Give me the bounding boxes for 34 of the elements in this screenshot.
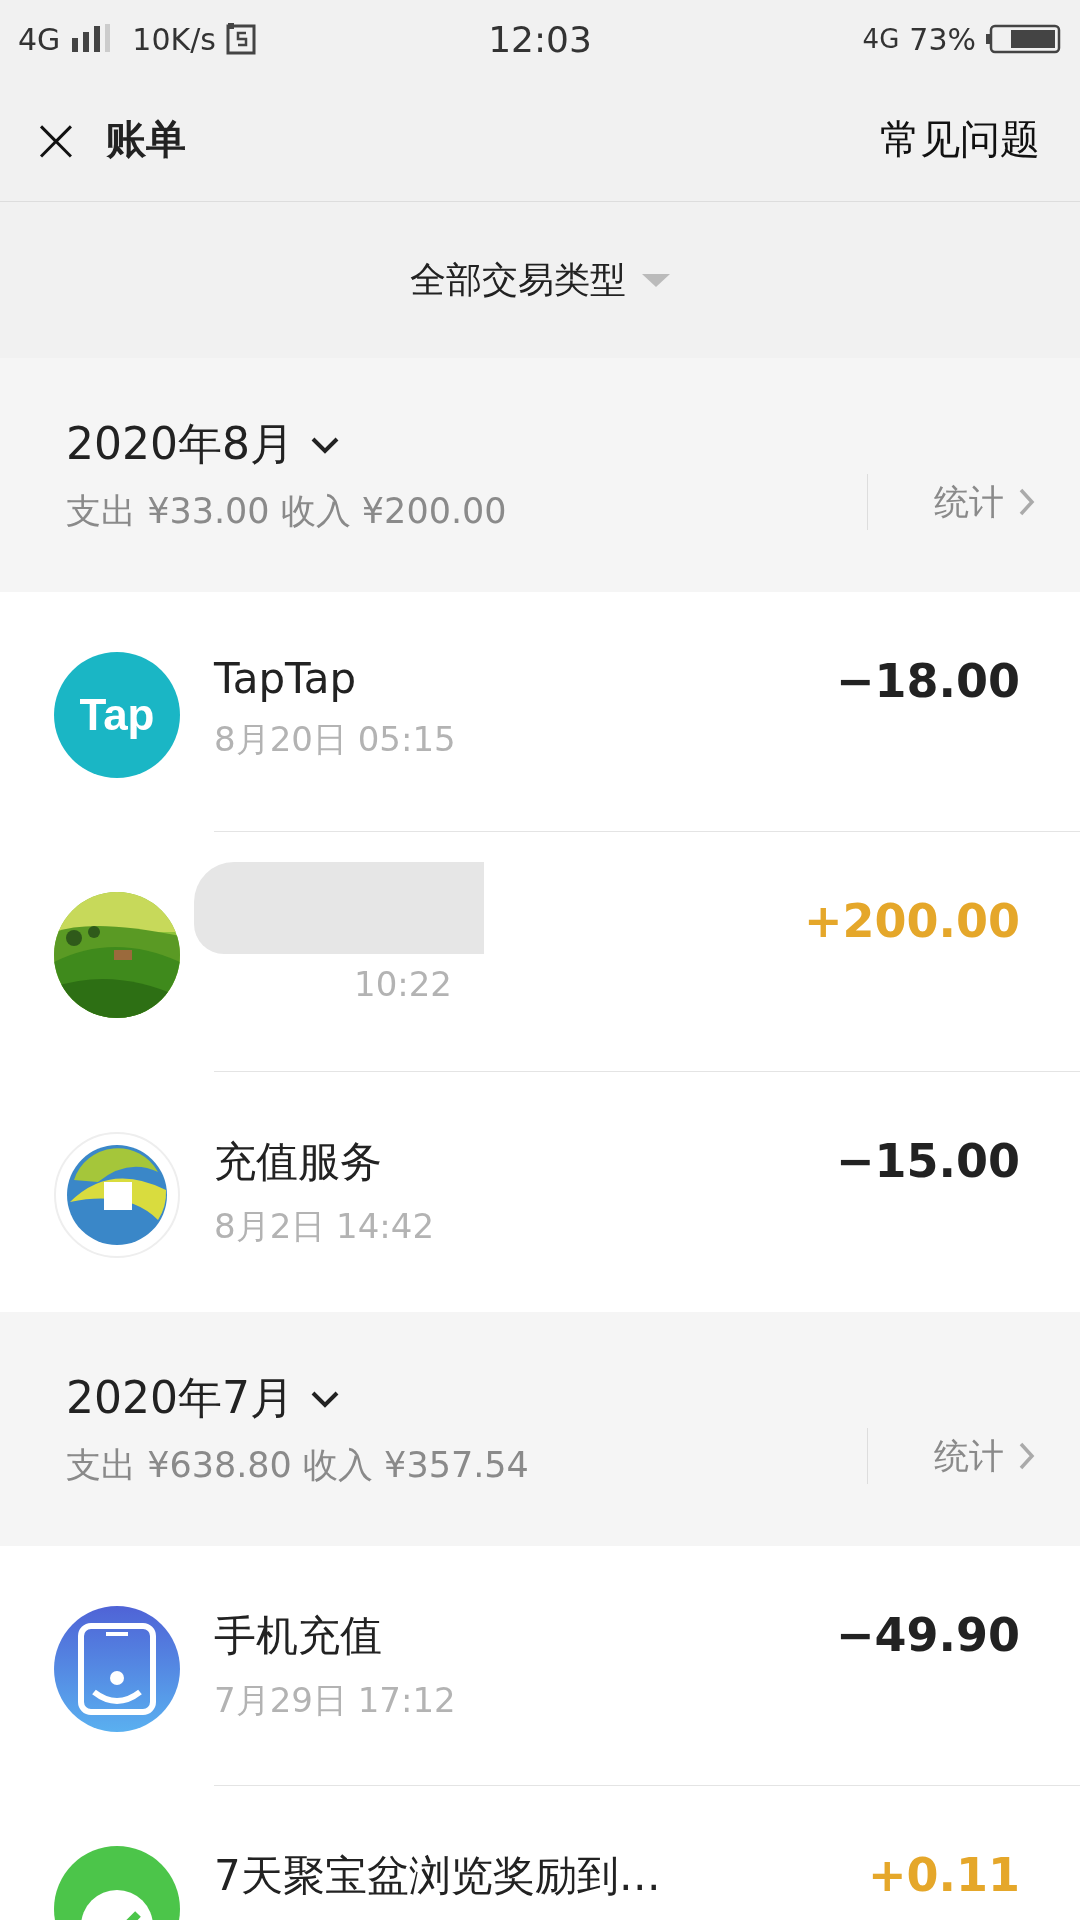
battery-icon [986,24,1062,54]
transaction-time: 10:22 [354,964,453,1004]
transaction-amount: +200.00 [803,894,1020,950]
transaction-name: TapTap [214,654,358,703]
phone-icon [54,1606,180,1732]
transaction-time: 8月2日 14:42 [214,1205,436,1248]
month-selector[interactable]: 2020年8月 [66,415,340,474]
transaction-amount: −18.00 [835,654,1020,710]
transaction-name: 手机充值 [214,1610,383,1662]
transaction-time: 8月20日 05:15 [214,718,457,761]
chevron-right-icon [1018,487,1036,517]
page-title: 账单 [106,115,187,164]
transaction-amount: −15.00 [835,1134,1020,1190]
transaction-name: 充值服务 [214,1136,383,1188]
chevron-right-icon [1018,1441,1036,1471]
faq-link[interactable]: 常见问题 [880,112,1040,167]
battery-percent: 73% [909,21,976,57]
transaction-amount: −49.90 [835,1608,1020,1664]
network-label: 4G [18,21,61,57]
app-notification-icon [225,23,256,55]
transaction-time: 7月29日 17:12 [214,1679,457,1722]
clock: 12:03 [488,18,592,60]
app-logo-icon: Tap [54,652,180,778]
network-label: 4G [862,24,900,54]
month-summary: 支出 ¥33.00 收入 ¥200.00 [66,490,508,533]
transaction-amount: +0.11 [867,1848,1020,1904]
month-summary: 支出 ¥638.80 收入 ¥357.54 [66,1444,530,1487]
globe-logo-icon [54,1132,180,1258]
dropdown-triangle-icon [642,272,670,288]
transaction-type-dropdown[interactable]: 全部交易类型 [402,247,678,313]
close-button[interactable]: × [28,108,84,171]
network-speed: 10K/s [132,21,216,57]
transaction-name: 7天聚宝盆浏览奖励到… [214,1850,662,1902]
month-selector[interactable]: 2020年7月 [66,1369,340,1428]
